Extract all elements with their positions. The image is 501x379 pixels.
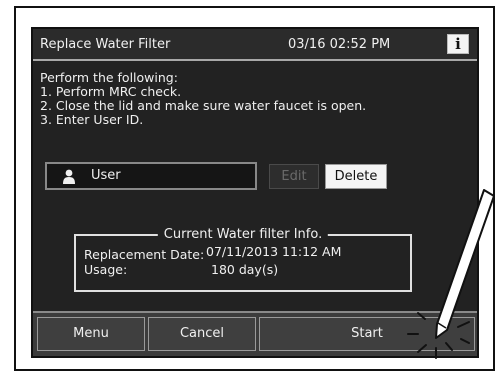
user-id-value: User xyxy=(91,168,121,183)
touch-screen: Replace Water Filter 03/16 02:52 PM i Pe… xyxy=(31,27,479,358)
info-icon: i xyxy=(455,35,461,53)
title-bar: Replace Water Filter 03/16 02:52 PM i xyxy=(33,29,477,61)
usage-label: Usage: xyxy=(84,262,128,277)
replacement-date-label: Replacement Date: xyxy=(84,247,205,262)
start-button[interactable]: Start xyxy=(259,317,475,351)
instruction-line: Perform the following: xyxy=(40,70,178,85)
instruction-line: 3. Enter User ID. xyxy=(40,112,144,127)
instruction-line: 1. Perform MRC check. xyxy=(40,84,182,99)
user-id-field[interactable]: User xyxy=(45,162,257,190)
person-icon xyxy=(63,169,75,184)
datetime-display: 03/16 02:52 PM xyxy=(288,37,391,52)
info-button[interactable]: i xyxy=(447,34,469,54)
menu-button[interactable]: Menu xyxy=(37,317,145,351)
screen-title: Replace Water Filter xyxy=(40,37,171,52)
instruction-line: 2. Close the lid and make sure water fau… xyxy=(40,98,367,113)
replacement-date-value: 07/11/2013 11:12 AM xyxy=(206,244,342,259)
edit-button[interactable]: Edit xyxy=(269,164,319,189)
footer-bar: Menu Cancel Start xyxy=(33,311,477,356)
delete-button[interactable]: Delete xyxy=(325,164,387,189)
usage-value: 180 day(s) xyxy=(211,262,279,277)
water-filter-info-box: Current Water filter Info. Replacement D… xyxy=(74,227,412,292)
instructions: Perform the following: 1. Perform MRC ch… xyxy=(40,71,366,127)
cancel-button[interactable]: Cancel xyxy=(148,317,256,351)
info-box-title: Current Water filter Info. xyxy=(157,227,329,242)
